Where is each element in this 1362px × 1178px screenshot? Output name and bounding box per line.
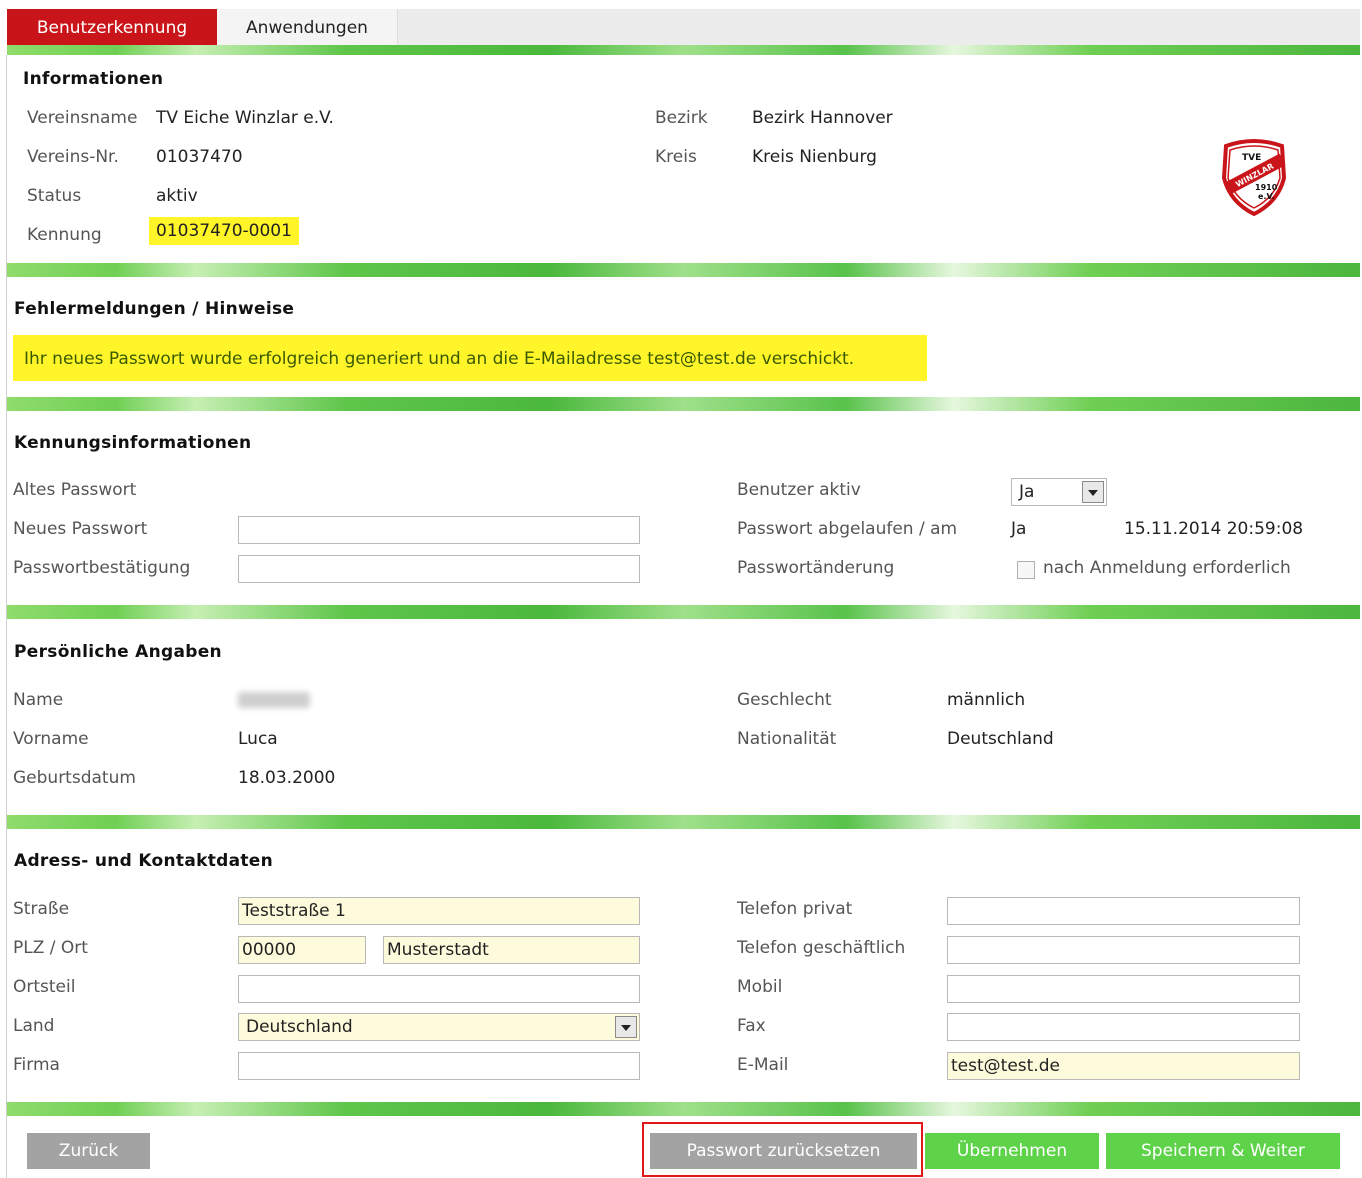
pw-expired-date: 15.11.2014 20:59:08 (1124, 519, 1304, 539)
credentials-title: Kennungsinformationen (14, 433, 252, 453)
messages-title: Fehlermeldungen / Hinweise (14, 299, 295, 319)
nationalitaet-value: Deutschland (947, 729, 1054, 749)
logo-line3: 1910 (1255, 183, 1278, 192)
fax-input[interactable] (947, 1013, 1300, 1041)
confirm-password-input[interactable] (238, 555, 640, 583)
plz-input[interactable] (238, 936, 366, 964)
info-title: Informationen (23, 69, 164, 89)
confirm-password-label: Passwortbestätigung (13, 558, 191, 578)
section-divider (7, 397, 1360, 411)
firma-label: Firma (13, 1055, 60, 1075)
vorname-label: Vorname (13, 729, 89, 749)
status-value: aktiv (156, 186, 198, 206)
kreis-label: Kreis (655, 147, 697, 167)
kennung-label: Kennung (27, 225, 102, 245)
apply-button[interactable]: Übernehmen (925, 1133, 1099, 1169)
mobil-label: Mobil (737, 977, 783, 997)
pw-change-checkbox-label: nach Anmeldung erforderlich (1043, 558, 1291, 578)
strasse-input[interactable] (238, 897, 640, 925)
club-logo: TVE WINZLAR 1910 e.V. (1221, 139, 1287, 217)
land-value: Deutschland (246, 1017, 353, 1037)
name-value-redacted (238, 690, 310, 710)
section-divider (7, 815, 1360, 829)
reset-password-button[interactable]: Passwort zurücksetzen (650, 1133, 917, 1169)
geschlecht-label: Geschlecht (737, 690, 832, 710)
bezirk-label: Bezirk (655, 108, 708, 128)
user-active-label: Benutzer aktiv (737, 480, 861, 500)
user-active-value: Ja (1019, 482, 1035, 502)
ortsteil-label: Ortsteil (13, 977, 76, 997)
pw-change-checkbox[interactable] (1017, 561, 1035, 579)
vorname-value: Luca (238, 729, 278, 749)
kreis-value: Kreis Nienburg (752, 147, 877, 167)
tel-geschaeft-label: Telefon geschäftlich (737, 938, 906, 958)
mobil-input[interactable] (947, 975, 1300, 1003)
tel-privat-label: Telefon privat (737, 899, 853, 919)
section-divider (7, 1102, 1360, 1116)
chevron-down-icon[interactable] (615, 1016, 637, 1038)
pw-expired-value: Ja (1011, 519, 1027, 539)
section-divider (7, 263, 1360, 277)
geschlecht-value: männlich (947, 690, 1026, 710)
tab-bar: Benutzerkennung Anwendungen (7, 9, 1360, 45)
geburtsdatum-label: Geburtsdatum (13, 768, 136, 788)
chevron-down-icon[interactable] (1082, 481, 1104, 503)
pw-change-label: Passwortänderung (737, 558, 895, 578)
ortsteil-input[interactable] (238, 975, 640, 1003)
ort-input[interactable] (383, 936, 640, 964)
new-password-label: Neues Passwort (13, 519, 148, 539)
vereinsname-label: Vereinsname (27, 108, 138, 128)
strasse-label: Straße (13, 899, 70, 919)
status-label: Status (27, 186, 82, 206)
tel-privat-input[interactable] (947, 897, 1300, 925)
nationalitaet-label: Nationalität (737, 729, 837, 749)
logo-line4: e.V. (1258, 192, 1275, 201)
success-message: Ihr neues Passwort wurde erfolgreich gen… (13, 335, 927, 381)
firma-input[interactable] (238, 1052, 640, 1080)
land-select[interactable]: Deutschland (238, 1013, 640, 1041)
user-active-select[interactable]: Ja (1011, 478, 1107, 506)
tab-benutzerkennung[interactable]: Benutzerkennung (7, 9, 217, 45)
save-next-button[interactable]: Speichern & Weiter (1106, 1133, 1340, 1169)
kennung-value: 01037470-0001 (149, 217, 299, 245)
address-title: Adress- und Kontaktdaten (14, 851, 274, 871)
personal-title: Persönliche Angaben (14, 642, 222, 662)
tab-anwendungen[interactable]: Anwendungen (217, 9, 398, 45)
name-label: Name (13, 690, 64, 710)
plzort-label: PLZ / Ort (13, 938, 88, 958)
logo-line1: TVE (1242, 153, 1261, 163)
geburtsdatum-value: 18.03.2000 (238, 768, 336, 788)
vereinsnr-label: Vereins-Nr. (27, 147, 119, 167)
bezirk-value: Bezirk Hannover (752, 108, 893, 128)
email-label: E-Mail (737, 1055, 789, 1075)
old-password-label: Altes Passwort (13, 480, 137, 500)
email-input[interactable] (947, 1052, 1300, 1080)
land-label: Land (13, 1016, 55, 1036)
section-divider (7, 45, 1360, 55)
vereinsnr-value: 01037470 (156, 147, 243, 167)
new-password-input[interactable] (238, 516, 640, 544)
fax-label: Fax (737, 1016, 766, 1036)
tel-geschaeft-input[interactable] (947, 936, 1300, 964)
section-divider (7, 605, 1360, 619)
back-button[interactable]: Zurück (27, 1133, 150, 1169)
pw-expired-label: Passwort abgelaufen / am (737, 519, 958, 539)
vereinsname-value: TV Eiche Winzlar e.V. (156, 108, 334, 128)
